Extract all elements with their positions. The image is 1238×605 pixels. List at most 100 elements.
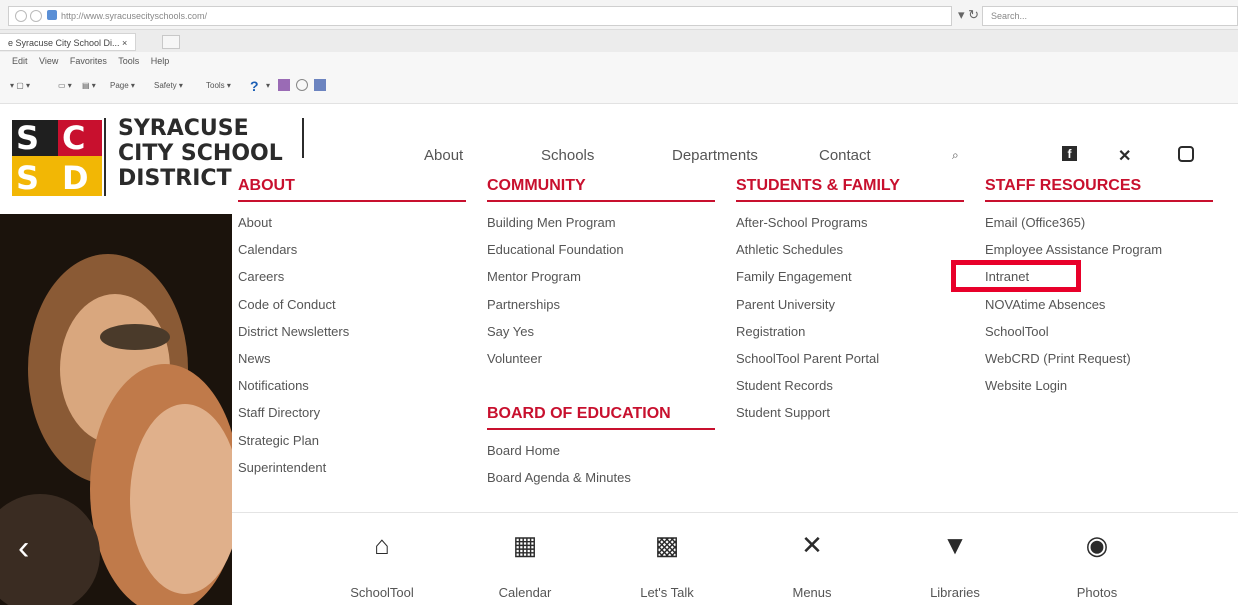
print-icon[interactable]: ▤ ▾ xyxy=(82,81,96,90)
quick-link-schooltool[interactable]: ⌂ SchoolTool xyxy=(327,527,437,600)
help-dropdown-icon[interactable]: ▾ xyxy=(266,81,270,90)
menu-link-parent-university[interactable]: Parent University xyxy=(736,291,964,318)
facebook-icon[interactable]: f xyxy=(1062,146,1077,161)
command-bar: ▾ ▢ ▾ ▭ ▾ ▤ ▾ Page ▾ Safety ▾ Tools ▾ ? … xyxy=(0,70,1238,104)
menu-link-staff-directory[interactable]: Staff Directory xyxy=(238,399,466,426)
quick-link-label: Menus xyxy=(792,585,832,600)
menu-link-strategic-plan[interactable]: Strategic Plan xyxy=(238,427,466,454)
menu-link-family-engagement[interactable]: Family Engagement xyxy=(736,263,964,290)
nav-departments[interactable]: Departments xyxy=(672,147,758,164)
menu-link-registration[interactable]: Registration xyxy=(736,318,964,345)
header-divider xyxy=(302,118,304,158)
twitter-icon[interactable]: ✕ xyxy=(1118,146,1131,166)
camera-icon: ◉ xyxy=(1085,530,1109,560)
menu-edit[interactable]: Edit xyxy=(12,56,28,66)
refresh-icon[interactable]: ▾ ↻ xyxy=(958,7,979,23)
menu-link-district-newsletters[interactable]: District Newsletters xyxy=(238,318,466,345)
new-tab-button[interactable] xyxy=(162,35,180,49)
browser-search-placeholder: Search... xyxy=(991,11,1028,21)
compat-icon[interactable] xyxy=(296,79,308,91)
menu-link-careers[interactable]: Careers xyxy=(238,263,466,290)
menu-link-novatime[interactable]: NOVAtime Absences xyxy=(985,291,1213,318)
browser-address-row: http://www.syracusecityschools.com/ ▾ ↻ … xyxy=(0,0,1238,30)
quick-link-calendar[interactable]: ▦ Calendar xyxy=(470,527,580,600)
home-icon: ⌂ xyxy=(374,530,390,560)
browser-menu-bar: Edit View Favorites Tools Help xyxy=(0,52,1238,70)
menu-link-educational-foundation[interactable]: Educational Foundation xyxy=(487,236,715,263)
tab-title: e Syracuse City School Di... × xyxy=(8,38,128,48)
menu-heading-staff[interactable]: STAFF RESOURCES xyxy=(985,174,1213,202)
quick-link-label: Libraries xyxy=(930,585,980,600)
menu-link-news[interactable]: News xyxy=(238,345,466,372)
menu-link-partnerships[interactable]: Partnerships xyxy=(487,291,715,318)
browser-tab[interactable]: e Syracuse City School Di... × xyxy=(0,33,137,51)
calendar-icon: ▦ xyxy=(512,530,538,560)
utensils-icon: ✕ xyxy=(801,530,823,560)
menu-tools[interactable]: Tools xyxy=(118,56,139,66)
forward-icon[interactable] xyxy=(30,10,42,22)
menu-link-volunteer[interactable]: Volunteer xyxy=(487,345,715,372)
address-url: http://www.syracusecityschools.com/ xyxy=(61,11,208,21)
quick-links-bar: ⌂ SchoolTool ▦ Calendar ▩ Let's Talk ✕ M… xyxy=(232,512,1238,605)
home-toolbar-icon[interactable]: ▾ ▢ ▾ xyxy=(10,81,30,90)
logo-line-1: SYRACUSE xyxy=(118,116,249,141)
quick-link-label: Photos xyxy=(1076,585,1118,600)
menu-link-student-records[interactable]: Student Records xyxy=(736,372,964,399)
search-icon[interactable]: ⌕ xyxy=(952,148,959,163)
menu-link-say-yes[interactable]: Say Yes xyxy=(487,318,715,345)
menu-help[interactable]: Help xyxy=(151,56,170,66)
menu-link-board-agenda[interactable]: Board Agenda & Minutes xyxy=(487,464,715,491)
hero-photo xyxy=(0,214,232,605)
menu-link-student-support[interactable]: Student Support xyxy=(736,399,964,426)
nav-schools[interactable]: Schools xyxy=(541,147,594,164)
page-icon xyxy=(47,10,57,20)
quick-link-libraries[interactable]: ▼ Libraries xyxy=(900,527,1010,600)
menu-col-students: STUDENTS & FAMILY After-School Programs … xyxy=(736,174,964,427)
slide-prev-icon[interactable]: ‹ xyxy=(18,528,29,568)
menu-link-webcrd[interactable]: WebCRD (Print Request) xyxy=(985,345,1213,372)
browser-search-box[interactable]: Search... xyxy=(982,6,1238,26)
menu-link-athletic-schedules[interactable]: Athletic Schedules xyxy=(736,236,964,263)
instagram-icon[interactable] xyxy=(1178,146,1194,162)
menu-link-schooltool-parent-portal[interactable]: SchoolTool Parent Portal xyxy=(736,345,964,372)
menu-favorites[interactable]: Favorites xyxy=(70,56,107,66)
menu-heading-about[interactable]: ABOUT xyxy=(238,174,466,202)
menu-link-code-of-conduct[interactable]: Code of Conduct xyxy=(238,291,466,318)
back-icon[interactable] xyxy=(15,10,27,22)
nav-contact[interactable]: Contact xyxy=(819,147,871,164)
menu-view[interactable]: View xyxy=(39,56,58,66)
menu-link-schooltool[interactable]: SchoolTool xyxy=(985,318,1213,345)
menu-col-community: COMMUNITY Building Men Program Education… xyxy=(487,174,715,492)
tab-row: e Syracuse City School Di... × xyxy=(0,30,1238,52)
menu-link-about[interactable]: About xyxy=(238,209,466,236)
menu-link-website-login[interactable]: Website Login xyxy=(985,372,1213,399)
menu-link-email[interactable]: Email (Office365) xyxy=(985,209,1213,236)
menu-heading-students[interactable]: STUDENTS & FAMILY xyxy=(736,174,964,202)
menu-link-board-home[interactable]: Board Home xyxy=(487,437,715,464)
menu-link-building-men[interactable]: Building Men Program xyxy=(487,209,715,236)
menu-link-calendars[interactable]: Calendars xyxy=(238,236,466,263)
tools-menu[interactable]: Tools ▾ xyxy=(206,81,231,90)
menu-heading-board[interactable]: BOARD OF EDUCATION xyxy=(487,402,715,431)
quick-link-menus[interactable]: ✕ Menus xyxy=(757,527,867,600)
address-bar[interactable]: http://www.syracusecityschools.com/ xyxy=(8,6,952,26)
page-menu[interactable]: Page ▾ xyxy=(110,81,135,90)
district-logo-mark[interactable]: S C S D xyxy=(12,120,102,196)
menu-heading-community[interactable]: COMMUNITY xyxy=(487,174,715,202)
library-icon: ▼ xyxy=(942,530,968,560)
menu-link-notifications[interactable]: Notifications xyxy=(238,372,466,399)
quick-link-label: Let's Talk xyxy=(640,585,694,600)
menu-col-about: ABOUT About Calendars Careers Code of Co… xyxy=(238,174,466,481)
quick-link-photos[interactable]: ◉ Photos xyxy=(1042,527,1152,600)
nav-about[interactable]: About xyxy=(424,147,463,164)
safety-menu[interactable]: Safety ▾ xyxy=(154,81,183,90)
help-icon[interactable]: ? xyxy=(250,78,259,94)
menu-link-mentor-program[interactable]: Mentor Program xyxy=(487,263,715,290)
feeds-icon[interactable]: ▭ ▾ xyxy=(58,81,72,90)
quick-link-lets-talk[interactable]: ▩ Let's Talk xyxy=(612,527,722,600)
menu-link-after-school[interactable]: After-School Programs xyxy=(736,209,964,236)
menu-link-superintendent[interactable]: Superintendent xyxy=(238,454,466,481)
onenote-icon[interactable] xyxy=(314,79,326,91)
intranet-highlight-box xyxy=(951,260,1081,292)
addon-icon[interactable] xyxy=(278,79,290,91)
